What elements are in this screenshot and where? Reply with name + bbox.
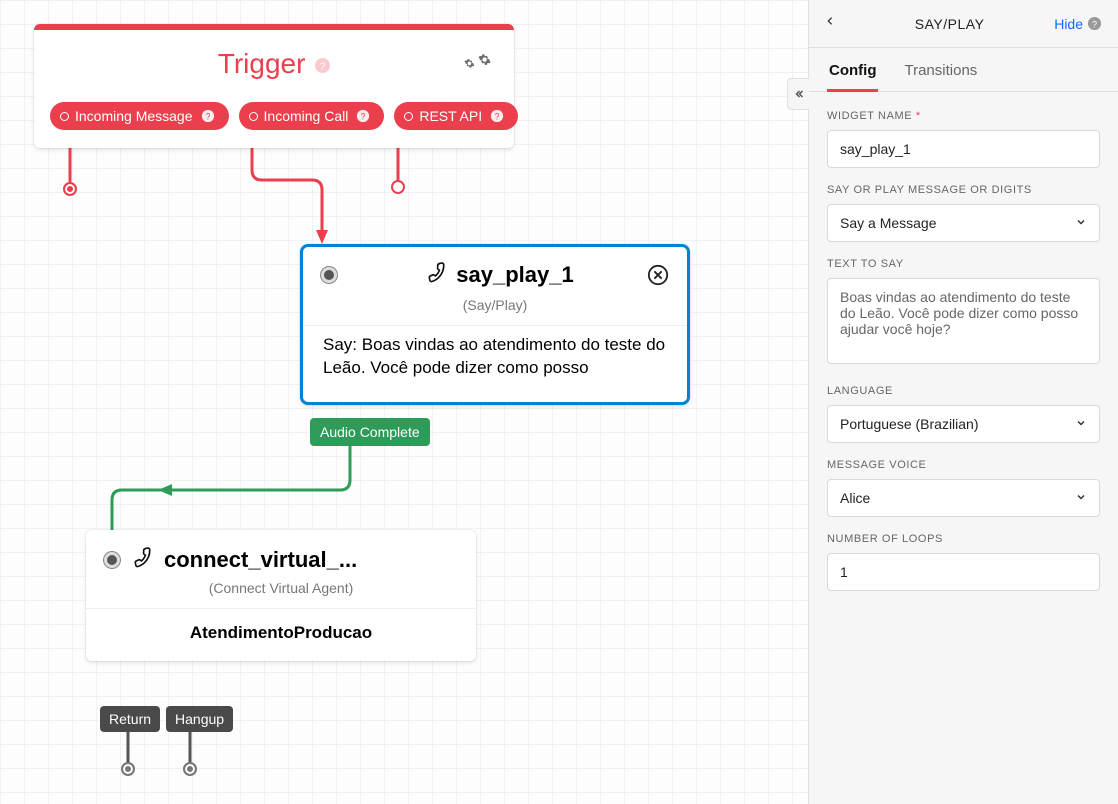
outlet-label: Incoming Call [264, 108, 349, 124]
connector-dot [404, 112, 413, 121]
tab-transitions[interactable]: Transitions [902, 48, 979, 91]
label-widget-name: WIDGET NAME * [827, 110, 1100, 122]
chevron-down-icon [1075, 215, 1087, 231]
svg-text:?: ? [361, 112, 366, 122]
endpoint-hangup[interactable] [183, 762, 197, 776]
trigger-outlets: Incoming Message ? Incoming Call ? REST … [34, 90, 514, 148]
trigger-header: Trigger ? [34, 30, 514, 90]
message-type-select[interactable]: Say a Message [827, 204, 1100, 242]
connector-dot [249, 112, 258, 121]
svg-text:?: ? [495, 112, 500, 122]
say-play-widget[interactable]: say_play_1 (Say/Play) Say: Boas vindas a… [300, 244, 690, 405]
loops-input[interactable] [827, 553, 1100, 591]
config-form: WIDGET NAME * SAY OR PLAY MESSAGE OR DIG… [809, 92, 1118, 609]
label-language: LANGUAGE [827, 385, 1100, 397]
flow-canvas[interactable]: Trigger ? Incoming Message ? Incoming Ca… [0, 0, 808, 804]
chevron-down-icon [1075, 490, 1087, 506]
config-panel: SAY/PLAY Hide ? Config Transitions WIDGE… [808, 0, 1118, 804]
hide-button[interactable]: Hide ? [1054, 16, 1102, 32]
widget-name-input[interactable] [827, 130, 1100, 168]
endpoint-incoming-message[interactable] [63, 182, 77, 196]
label-loops: NUMBER OF LOOPS [827, 533, 1100, 545]
widget-title-text: connect_virtual_... [164, 547, 357, 573]
chevron-down-icon [1075, 416, 1087, 432]
back-button[interactable] [825, 13, 845, 34]
connector-dot [60, 112, 69, 121]
select-value: Alice [840, 490, 870, 506]
trigger-title: Trigger [218, 48, 306, 79]
widget-subtitle: (Connect Virtual Agent) [86, 578, 476, 608]
svg-text:?: ? [320, 61, 326, 72]
transition-audio-complete[interactable]: Audio Complete [310, 418, 430, 446]
text-to-say-input[interactable] [827, 278, 1100, 364]
help-icon[interactable]: ? [201, 109, 215, 123]
endpoint-return[interactable] [121, 762, 135, 776]
gear-icon[interactable] [464, 48, 494, 80]
tab-config[interactable]: Config [827, 48, 878, 92]
panel-title: SAY/PLAY [845, 16, 1054, 32]
trigger-widget[interactable]: Trigger ? Incoming Message ? Incoming Ca… [34, 24, 514, 148]
outlet-return[interactable]: Return [100, 706, 160, 732]
label-voice: MESSAGE VOICE [827, 459, 1100, 471]
voice-select[interactable]: Alice [827, 479, 1100, 517]
widget-title-text: say_play_1 [456, 262, 573, 288]
phone-icon [426, 261, 448, 289]
widget-title: connect_virtual_... [132, 546, 458, 574]
connect-virtual-agent-widget[interactable]: connect_virtual_... (Connect Virtual Age… [86, 530, 476, 661]
widget-subtitle: (Say/Play) [303, 293, 687, 325]
widget-title: say_play_1 [353, 261, 647, 289]
help-icon[interactable]: ? [1087, 16, 1102, 31]
endpoint-rest-api[interactable] [391, 180, 405, 194]
widget-body: AtendimentoProducao [86, 608, 476, 661]
widget-body: Say: Boas vindas ao atendimento do teste… [303, 325, 687, 402]
outlet-rest-api[interactable]: REST API ? [394, 102, 518, 130]
connect-outlets: Return Hangup [100, 706, 233, 732]
language-select[interactable]: Portuguese (Brazilian) [827, 405, 1100, 443]
outlet-label: REST API [419, 108, 482, 124]
select-value: Portuguese (Brazilian) [840, 416, 979, 432]
svg-text:?: ? [1092, 19, 1097, 29]
drag-handle[interactable] [104, 552, 120, 568]
panel-tabs: Config Transitions [809, 48, 1118, 92]
outlet-incoming-call[interactable]: Incoming Call ? [239, 102, 385, 130]
hide-label: Hide [1054, 16, 1083, 32]
select-value: Say a Message [840, 215, 937, 231]
label-text-to-say: TEXT TO SAY [827, 258, 1100, 270]
label-msg-type: SAY OR PLAY MESSAGE OR DIGITS [827, 184, 1100, 196]
phone-icon [132, 546, 154, 574]
help-icon[interactable]: ? [315, 58, 330, 73]
drag-handle[interactable] [321, 267, 337, 283]
collapse-panel-button[interactable] [787, 78, 809, 110]
outlet-label: Incoming Message [75, 108, 193, 124]
outlet-hangup[interactable]: Hangup [166, 706, 233, 732]
svg-text:?: ? [205, 112, 210, 122]
outlet-incoming-message[interactable]: Incoming Message ? [50, 102, 229, 130]
help-icon[interactable]: ? [490, 109, 504, 123]
help-icon[interactable]: ? [356, 109, 370, 123]
close-icon[interactable] [647, 264, 669, 286]
